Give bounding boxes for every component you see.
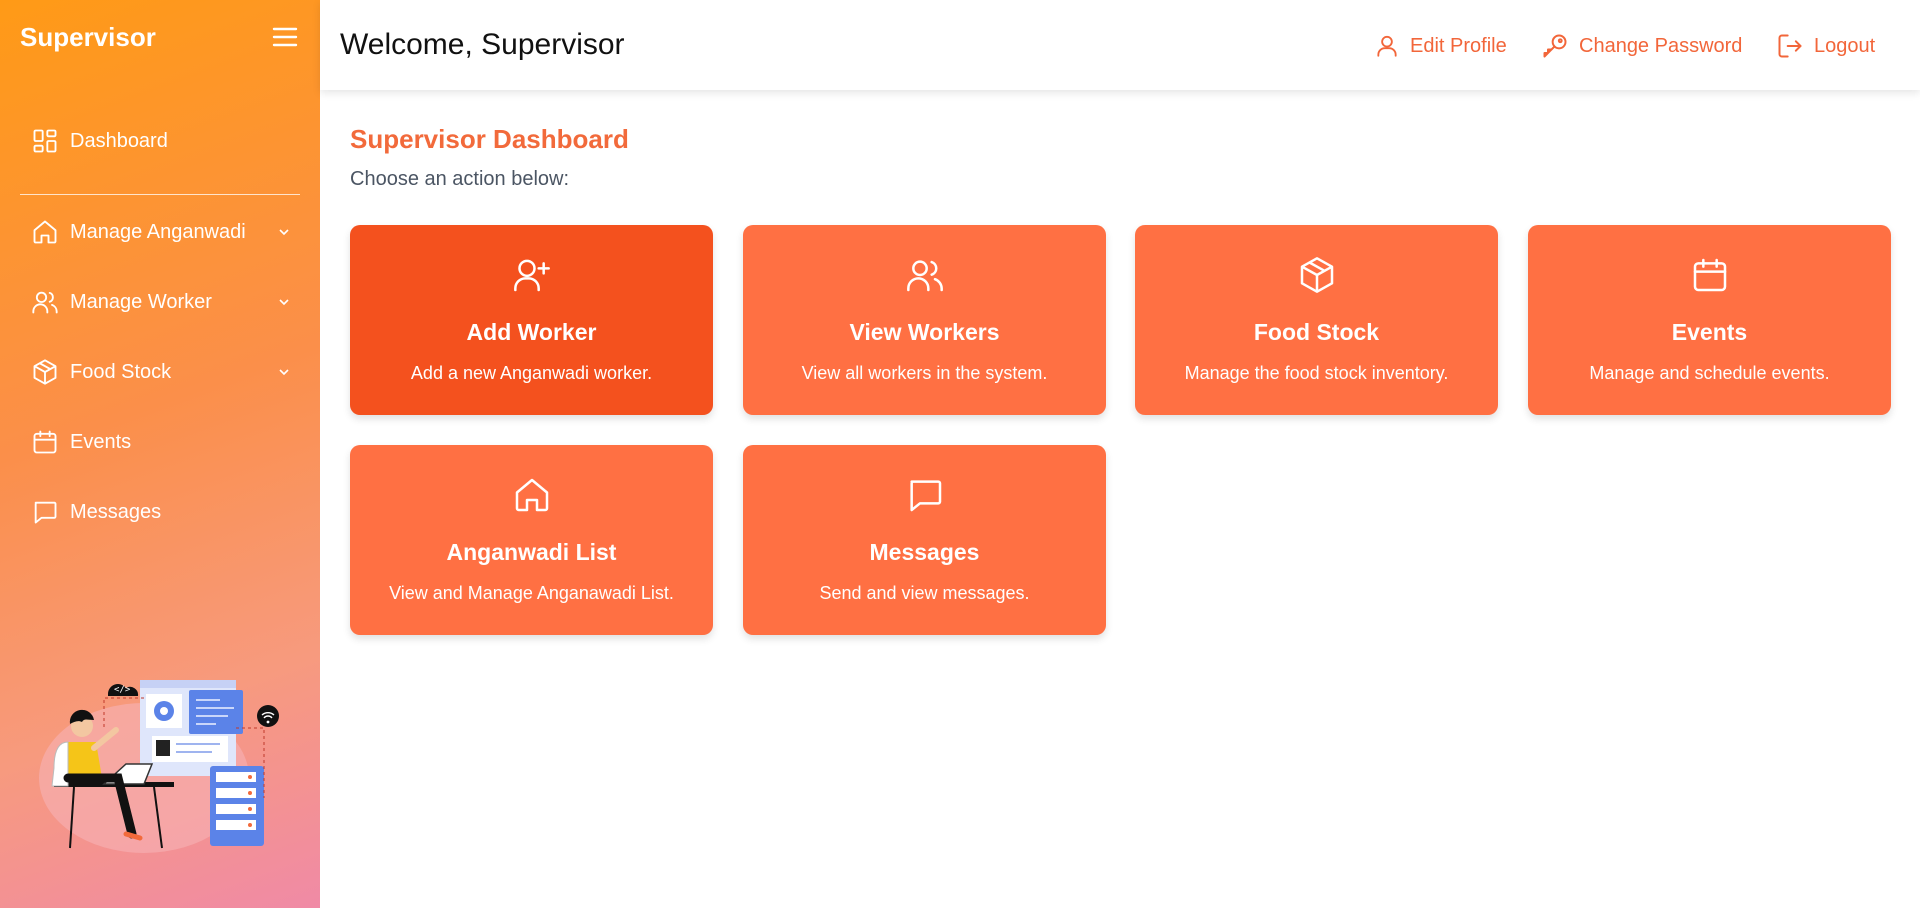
card-description: Manage and schedule events. [1589,363,1830,383]
card-description: Add a new Anganwadi worker. [410,363,653,383]
sidebar-item-messages[interactable]: Messages [30,492,300,532]
box-icon [1297,255,1337,295]
card-title: Messages [869,539,980,565]
card-description: Manage the food stock inventory. [1184,363,1449,383]
sidebar-item-dashboard[interactable]: Dashboard [30,121,300,161]
home-icon [30,217,60,247]
card-title: Add Worker [466,319,597,345]
card-add-worker[interactable]: Add Worker Add a new Anganwadi worker. [350,225,713,415]
message-icon [30,497,60,527]
welcome-heading: Welcome, Supervisor [340,28,625,61]
sidebar: Supervisor Dashboard Manage Anganwadi Ma… [0,0,320,908]
dashboard-grid-icon [30,126,60,156]
sidebar-item-label: Manage Worker [70,290,212,313]
sidebar-divider [20,194,300,195]
page-subtitle: Choose an action below: [350,168,570,190]
edit-profile-label: Edit Profile [1410,34,1507,57]
sidebar-brand: Supervisor [20,22,156,52]
svg-text:</>: </> [114,685,131,695]
chevron-down-icon [276,224,292,240]
users-icon [905,255,945,295]
card-view-workers[interactable]: View Workers View all workers in the sys… [743,225,1106,415]
change-password-label: Change Password [1579,34,1743,57]
user-icon [1377,35,1397,57]
top-header: Welcome, Supervisor Edit Profile Change … [320,0,1920,90]
users-icon [30,287,60,317]
card-description: View all workers in the system. [801,363,1048,383]
sidebar-item-label: Manage Anganwadi [70,220,246,243]
card-food-stock[interactable]: Food Stock Manage the food stock invento… [1135,225,1498,415]
logout-link[interactable]: Logout [1776,30,1875,62]
logout-label: Logout [1814,34,1876,57]
card-title: View Workers [849,319,1000,345]
developer-illustration: </> [34,668,284,853]
key-icon [1543,34,1567,58]
calendar-icon [30,427,60,457]
edit-profile-link[interactable]: Edit Profile [1374,30,1507,62]
sidebar-item-label: Messages [70,500,162,523]
sidebar-item-food-stock[interactable]: Food Stock [30,352,300,392]
message-icon [905,475,945,515]
page-title: Supervisor Dashboard [350,124,629,154]
sidebar-item-events[interactable]: Events [30,422,300,462]
logout-icon [1778,34,1802,58]
card-title: Events [1671,319,1748,345]
card-messages[interactable]: Messages Send and view messages. [743,445,1106,635]
user-plus-icon [512,255,552,295]
sidebar-item-manage-anganwadi[interactable]: Manage Anganwadi [30,212,300,252]
box-icon [30,357,60,387]
card-title: Anganwadi List [446,539,617,565]
sidebar-item-label: Dashboard [70,129,168,152]
card-events[interactable]: Events Manage and schedule events. [1528,225,1891,415]
chevron-down-icon [276,294,292,310]
card-description: Send and view messages. [819,583,1030,603]
sidebar-item-manage-worker[interactable]: Manage Worker [30,282,300,322]
sidebar-item-label: Food Stock [70,360,172,383]
card-title: Food Stock [1253,319,1380,345]
card-description: View and Manage Anganawadi List. [389,583,674,603]
sidebar-item-label: Events [70,430,132,453]
card-anganwadi-list[interactable]: Anganwadi List View and Manage Anganawad… [350,445,713,635]
home-icon [512,475,552,515]
change-password-link[interactable]: Change Password [1541,30,1742,62]
chevron-down-icon [276,364,292,380]
hamburger-icon[interactable] [272,26,298,48]
calendar-icon [1690,255,1730,295]
